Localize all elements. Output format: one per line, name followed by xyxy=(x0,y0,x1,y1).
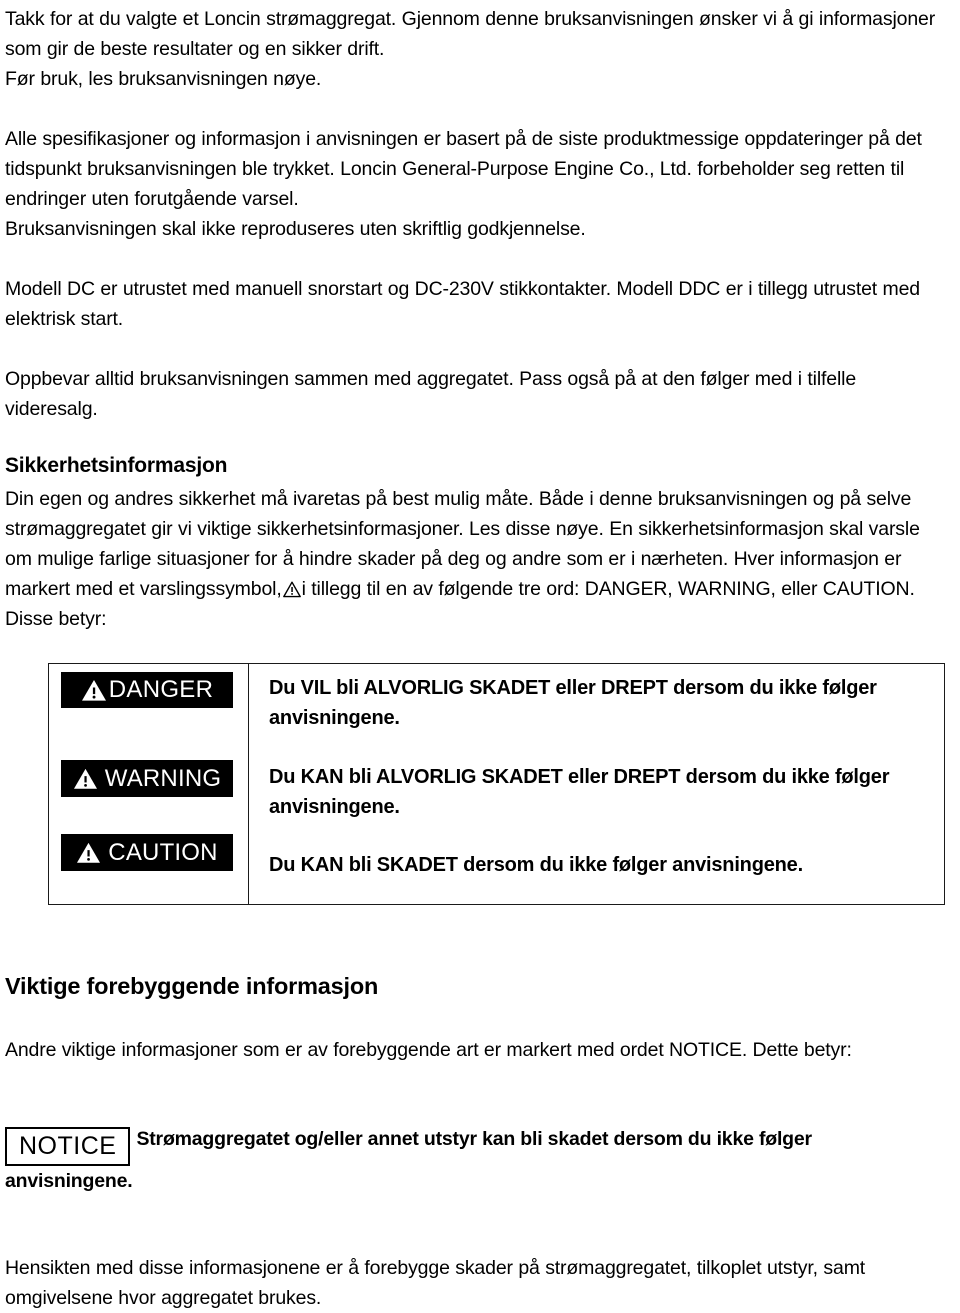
warning-description-column: Du VIL bli ALVORLIG SKADET eller DREPT d… xyxy=(249,664,944,904)
safety-heading: Sikkerhetsinformasjon xyxy=(5,454,228,477)
intro-paragraph-3: Alle spesifikasjoner og informasjon i an… xyxy=(5,128,922,210)
document-page: Takk for at du valgte et Loncin strømagg… xyxy=(0,0,960,1309)
warning-triangle-icon xyxy=(282,581,301,598)
caution-description: Du KAN bli SKADET dersom du ikke følger … xyxy=(269,854,803,876)
warning-definitions-table: DANGER WARNING CAUTION Du VIL bli ALVORL… xyxy=(48,663,945,905)
danger-badge: DANGER xyxy=(61,672,233,708)
intro-paragraph-5: Modell DC er utrustet med manuell snorst… xyxy=(5,278,921,330)
prevention-intro: Andre viktige informasjoner som er av fo… xyxy=(5,1039,852,1061)
warning-badge-column: DANGER WARNING CAUTION xyxy=(49,664,249,904)
intro-paragraph-2: Før bruk, les bruksanvisningen nøye. xyxy=(5,68,322,90)
intro-paragraph-1: Takk for at du valgte et Loncin strømagg… xyxy=(5,8,936,60)
warning-badge-label: WARNING xyxy=(104,764,222,792)
intro-paragraph-6: Oppbevar alltid bruksanvisningen sammen … xyxy=(5,368,857,420)
prevention-closing: Hensikten med disse informasjonene er å … xyxy=(5,1257,866,1309)
warning-description: Du KAN bli ALVORLIG SKADET eller DREPT d… xyxy=(269,766,890,818)
prevention-heading: Viktige forebyggende informasjon xyxy=(5,973,379,999)
warning-triangle-icon xyxy=(81,678,107,703)
warning-triangle-icon xyxy=(73,767,98,791)
warning-triangle-icon xyxy=(76,841,101,865)
caution-badge-label: CAUTION xyxy=(108,838,218,866)
safety-body: Din egen og andres sikkerhet må ivaretas… xyxy=(5,484,935,634)
danger-badge-label: DANGER xyxy=(108,676,214,703)
notice-block: NOTICE Strømaggregatet og/eller annet uts… xyxy=(5,1124,935,1197)
warning-badge: WARNING xyxy=(61,760,233,797)
danger-description: Du VIL bli ALVORLIG SKADET eller DREPT d… xyxy=(269,677,877,729)
intro-paragraph-4: Bruksanvisningen skal ikke reproduseres … xyxy=(5,218,586,240)
notice-label-box: NOTICE xyxy=(5,1127,131,1166)
caution-badge: CAUTION xyxy=(61,834,233,871)
